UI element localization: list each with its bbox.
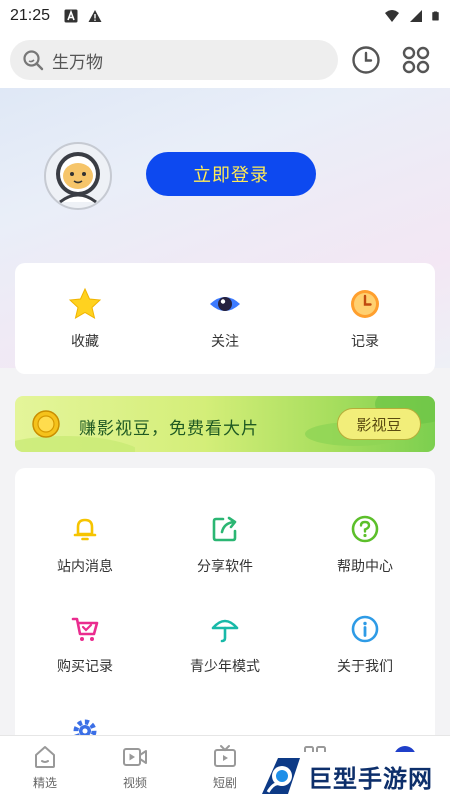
quick-item-history[interactable]: 记录 [295,263,435,374]
nav-item-video[interactable]: 视频 [105,744,165,791]
nav-item-shorts[interactable]: 短剧 [195,744,255,791]
coins-button[interactable]: 影视豆 [337,408,421,440]
nav-item-label: 短剧 [212,776,237,790]
help-icon [351,515,379,543]
quick-item-following[interactable]: 关注 [155,263,295,374]
search-header [0,32,450,88]
search-icon [23,50,44,71]
battery-icon [432,11,439,21]
coins-banner[interactable]: 赚影视豆，免费看大片 影视豆 [15,396,435,452]
menu-item-label: 购买记录 [57,658,113,674]
tv-icon [214,745,236,767]
info-icon [351,615,379,643]
clock-icon [351,290,379,318]
umbrella-icon [211,619,239,643]
search-box[interactable] [10,40,338,80]
video-icon [123,748,147,766]
menu-item-label: 青少年模式 [190,658,260,674]
menu-item-label: 分享软件 [197,558,253,574]
search-input[interactable] [52,50,312,70]
quick-item-label: 收藏 [71,333,99,349]
menu-item-purchases[interactable]: 购买记录 [15,614,155,676]
menu-item-teen-mode[interactable]: 青少年模式 [155,614,295,676]
nav-item-label: 视频 [122,776,147,790]
login-button[interactable]: 立即登录 [146,152,316,196]
nav-item-label: 精选 [32,776,57,790]
astronaut-avatar-icon [56,152,100,204]
status-bar: 21:25 [0,0,450,32]
watermark-text: 巨型手游网 [308,765,433,793]
share-icon [212,516,237,542]
status-time: 21:25 [10,7,51,24]
warning-icon [88,10,102,22]
quick-item-label: 记录 [351,333,379,349]
wifi-icon [385,10,399,22]
avatar[interactable] [44,142,112,210]
signal-icon [410,10,422,22]
home-icon [35,746,55,768]
menu-item-help[interactable]: 帮助中心 [295,514,435,576]
menu-item-label: 站内消息 [57,558,113,574]
menu-item-share[interactable]: 分享软件 [155,514,295,576]
menu-item-about[interactable]: 关于我们 [295,614,435,676]
menu-item-label: 关于我们 [337,658,393,674]
apps-grid-icon[interactable] [400,44,432,76]
quick-item-favorites[interactable]: 收藏 [15,263,155,374]
a-box-icon [64,9,78,23]
menu-item-messages[interactable]: 站内消息 [15,514,155,576]
banner-text: 赚影视豆，免费看大片 [79,419,259,438]
menu-item-label: 帮助中心 [337,558,393,574]
history-clock-icon[interactable] [350,44,382,76]
nav-item-featured[interactable]: 精选 [15,744,75,791]
quick-actions-card: 收藏 关注 记录 [15,263,435,374]
menu-card: 站内消息 分享软件 帮助中心 购买记录 青少年模式 关于我们 [15,468,435,768]
eye-icon [210,297,240,311]
bell-icon [73,518,97,541]
watermark-logo-icon [262,758,300,794]
coin-icon [32,410,60,438]
quick-item-label: 关注 [211,333,239,349]
cart-icon [71,617,99,641]
star-icon [68,287,102,320]
watermark: 巨型手游网 [258,752,450,800]
